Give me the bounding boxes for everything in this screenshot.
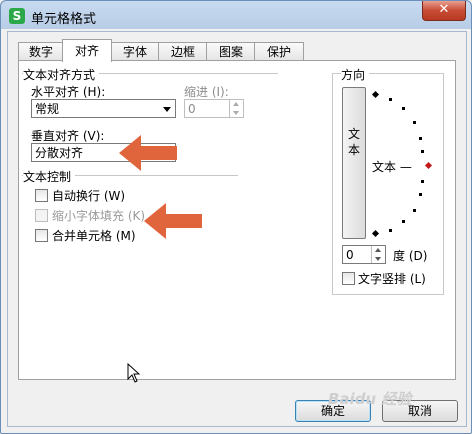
dial-dot	[402, 220, 405, 223]
degree-label: 度 (D)	[393, 249, 428, 263]
watermark: Baidu 经验	[328, 390, 412, 408]
dial-dot	[402, 107, 405, 110]
vertical-align-value: 分散对齐	[35, 146, 84, 160]
indent-spin-buttons[interactable]	[229, 100, 243, 117]
indent-value: 0	[188, 102, 196, 116]
vertical-text-button-label: 文本	[347, 127, 360, 157]
dial-dot	[389, 229, 392, 232]
dialog-window: S 单元格格式 ✕ 数字 对齐 字体 边框 图案 保护 文本对齐方式 水平对齐 …	[0, 0, 472, 434]
dial-dot	[419, 137, 422, 140]
vertical-text-button[interactable]: 文本	[342, 87, 366, 239]
orientation-dial[interactable]: 文本 —	[369, 87, 441, 238]
tab-patterns[interactable]: 图案	[206, 42, 256, 61]
tab-alignment[interactable]: 对齐	[62, 39, 112, 62]
wrap-text-label: 自动换行 (W)	[52, 189, 126, 203]
annotation-arrow-icon	[144, 203, 202, 239]
shrink-to-fit-checkbox[interactable]	[35, 209, 48, 222]
merge-cells-checkbox[interactable]	[35, 229, 48, 242]
tab-border[interactable]: 边框	[158, 42, 208, 61]
text-alignment-group-label: 文本对齐方式	[23, 66, 100, 83]
horizontal-align-label: 水平对齐 (H):	[31, 85, 106, 99]
orientation-group-label: 方向	[341, 66, 370, 83]
spin-down-icon[interactable]	[230, 109, 243, 118]
dial-marker	[371, 90, 380, 99]
tab-number[interactable]: 数字	[18, 42, 64, 61]
dial-pointer	[424, 161, 433, 170]
mouse-cursor-icon	[127, 363, 141, 383]
tab-protection[interactable]: 保护	[254, 42, 304, 61]
dialog-client: 数字 对齐 字体 边框 图案 保护 文本对齐方式 水平对齐 (H): 常规 缩进…	[7, 31, 467, 427]
spin-up-icon[interactable]	[230, 100, 243, 109]
wps-spreadsheet-icon: S	[9, 8, 25, 24]
degree-stepper[interactable]: 0	[342, 245, 386, 264]
dial-dot	[419, 193, 422, 196]
indent-stepper[interactable]: 0	[184, 99, 244, 118]
annotation-arrow-icon	[119, 135, 177, 171]
indent-label: 缩进 (I):	[184, 85, 229, 99]
vertical-align-label: 垂直对齐 (V):	[31, 129, 105, 143]
degree-value: 0	[346, 248, 354, 262]
dial-dot	[413, 121, 416, 124]
text-control-group-label: 文本控制	[23, 168, 76, 185]
window-title: 单元格格式	[31, 12, 97, 27]
chevron-down-icon	[163, 107, 171, 112]
dial-text: 文本 —	[372, 160, 412, 174]
tab-font[interactable]: 字体	[110, 42, 160, 61]
spin-up-icon[interactable]	[372, 246, 385, 255]
degree-spin-buttons[interactable]	[371, 246, 385, 263]
shrink-to-fit-label: 缩小字体填充 (K)	[52, 209, 146, 223]
wrap-text-checkbox[interactable]	[35, 189, 48, 202]
vertical-text-check-label: 文字竖排 (L)	[358, 272, 426, 286]
alignment-panel: 文本对齐方式 水平对齐 (H): 常规 缩进 (I): 0 垂直对齐 (V): …	[18, 60, 456, 383]
dial-marker	[371, 229, 380, 238]
vertical-text-checkbox[interactable]	[342, 272, 355, 285]
dial-dot	[421, 150, 424, 153]
dial-dot	[413, 209, 416, 212]
close-button[interactable]: ✕	[422, 1, 466, 21]
spin-down-icon[interactable]	[372, 255, 385, 264]
merge-cells-label: 合并单元格 (M)	[52, 229, 136, 243]
horizontal-align-value: 常规	[35, 102, 60, 116]
dial-dot	[389, 98, 392, 101]
dial-dot	[421, 180, 424, 183]
horizontal-align-select[interactable]: 常规	[31, 99, 176, 118]
